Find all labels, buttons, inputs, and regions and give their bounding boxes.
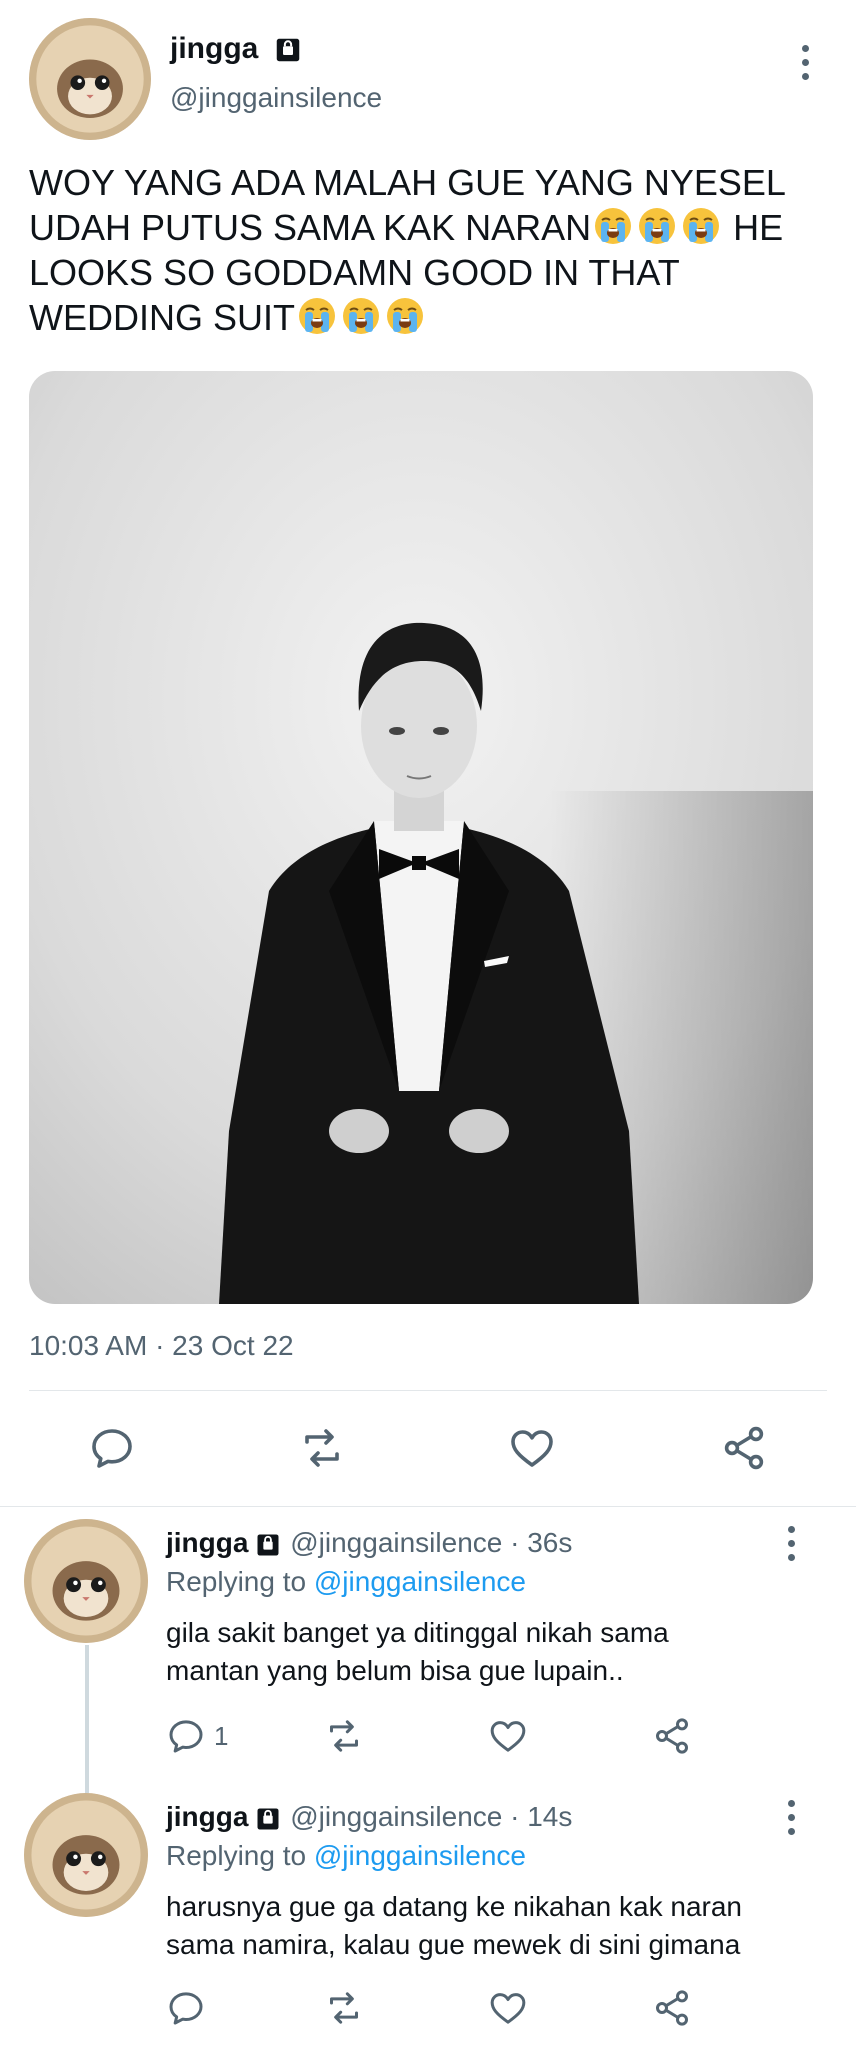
reply-action-bar	[166, 1986, 806, 2034]
more-icon[interactable]	[800, 45, 810, 80]
retweet-icon[interactable]	[324, 1988, 364, 2028]
like-icon[interactable]	[508, 1424, 556, 1472]
reply-button[interactable]: 1	[166, 1716, 228, 1756]
tweet-action-bar	[0, 1420, 856, 1480]
reply-text: gila sakit banget ya ditinggal nikah sam…	[166, 1614, 669, 1690]
avatar[interactable]	[29, 18, 151, 140]
tweet-text: WOY YANG ADA MALAH GUE YANG NYESEL UDAH …	[29, 160, 829, 340]
photo-image	[29, 371, 813, 1304]
replying-to-label: Replying to	[166, 1566, 307, 1597]
reply-header: jingga @jinggainsilence · 14s	[166, 1801, 572, 1833]
reply-header: jingga @jinggainsilence · 36s	[166, 1527, 572, 1559]
tweet-text-line: WEDDING SUIT	[29, 295, 829, 340]
divider	[29, 1390, 827, 1391]
reply-avatar[interactable]	[24, 1793, 148, 1917]
replying-to-handle-link[interactable]: @jinggainsilence	[314, 1840, 526, 1871]
tweet-photo[interactable]	[29, 371, 813, 1304]
divider	[0, 1506, 856, 1507]
replying-to: Replying to @jinggainsilence	[166, 1840, 526, 1872]
crying-emoji	[637, 206, 677, 246]
crying-emoji	[297, 296, 337, 336]
reply-icon[interactable]	[88, 1424, 136, 1472]
like-icon[interactable]	[488, 1988, 528, 2028]
avatar-image	[24, 1793, 148, 1917]
like-icon[interactable]	[488, 1716, 528, 1756]
reply-handle-time[interactable]: @jinggainsilence · 14s	[290, 1801, 572, 1832]
reply-button[interactable]	[166, 1988, 214, 2028]
share-icon[interactable]	[652, 1716, 692, 1756]
reply-display-name[interactable]: jingga	[166, 1801, 248, 1832]
reply-icon	[166, 1988, 206, 2028]
more-icon[interactable]	[786, 1526, 796, 1561]
replying-to: Replying to @jinggainsilence	[166, 1566, 526, 1598]
reply-text: harusnya gue ga datang ke nikahan kak na…	[166, 1888, 742, 1964]
reply-text-line: sama namira, kalau gue mewek di sini gim…	[166, 1929, 741, 1960]
tweet-text-line: WOY YANG ADA MALAH GUE YANG NYESEL	[29, 162, 786, 203]
avatar-image	[24, 1519, 148, 1643]
author-handle[interactable]: @jinggainsilence	[170, 82, 382, 114]
lock-icon	[273, 35, 303, 65]
crying-emoji	[681, 206, 721, 246]
crying-emoji	[341, 296, 381, 336]
reply-text-line: mantan yang belum bisa gue lupain..	[166, 1655, 624, 1686]
lock-icon	[254, 1531, 282, 1559]
reply-text-line: harusnya gue ga datang ke nikahan kak na…	[166, 1891, 742, 1922]
tweet-text-line: LOOKS SO GODDAMN GOOD IN THAT	[29, 252, 680, 293]
replying-to-label: Replying to	[166, 1840, 307, 1871]
lock-icon	[254, 1805, 282, 1833]
share-icon[interactable]	[720, 1424, 768, 1472]
reply-avatar[interactable]	[24, 1519, 148, 1643]
thread-line	[85, 1645, 89, 1793]
reply-count: 1	[214, 1720, 229, 1751]
retweet-icon[interactable]	[298, 1424, 346, 1472]
retweet-icon[interactable]	[324, 1716, 364, 1756]
crying-emoji	[593, 206, 633, 246]
reply-text-line: gila sakit banget ya ditinggal nikah sam…	[166, 1617, 669, 1648]
avatar-image	[29, 18, 151, 140]
reply-action-bar: 1	[166, 1712, 806, 1760]
reply-display-name[interactable]: jingga	[166, 1527, 248, 1558]
reply-handle-time[interactable]: @jinggainsilence · 36s	[290, 1527, 572, 1558]
tweet-timestamp[interactable]: 10:03 AM · 23 Oct 22	[29, 1330, 294, 1362]
share-icon[interactable]	[652, 1988, 692, 2028]
display-name[interactable]: jingga	[170, 32, 258, 65]
more-icon[interactable]	[786, 1800, 796, 1835]
reply-icon	[166, 1716, 206, 1756]
crying-emoji	[385, 296, 425, 336]
tweet-text-line: UDAH PUTUS SAMA KAK NARAN HE	[29, 206, 784, 248]
author-name-row: jingga	[170, 32, 303, 66]
replying-to-handle-link[interactable]: @jinggainsilence	[314, 1566, 526, 1597]
